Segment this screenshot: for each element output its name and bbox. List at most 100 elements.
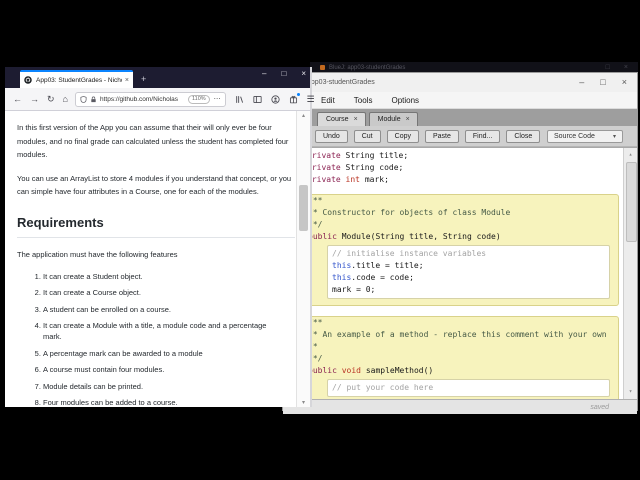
sidebar-icon[interactable]	[253, 95, 262, 104]
requirements-list: It can create a Student object. It can cr…	[17, 271, 295, 408]
editor-scrollbar-thumb[interactable]	[626, 162, 637, 242]
requirement-item-1: It can create a Student object.	[43, 271, 285, 282]
tab-label: Course	[326, 116, 349, 123]
editor-tabbar: Course × Module ×	[283, 109, 637, 126]
requirement-item-7: Module details can be printed.	[43, 381, 285, 392]
editor-toolbar: Undo Cut Copy Paste Find... Close Source Code…	[283, 126, 637, 147]
browser-close-button[interactable]: ×	[301, 70, 306, 78]
editor-scrollbar[interactable]: ▴ ▾	[623, 148, 637, 399]
editor-tab-course[interactable]: Course ×	[317, 112, 366, 126]
editor-statusbar: saved	[283, 399, 637, 414]
paste-button[interactable]: Paste	[424, 129, 459, 143]
code-line[interactable]: public void sampleMethod()	[308, 365, 614, 377]
editor-maximize-button[interactable]: □	[600, 78, 605, 87]
tab-label: Module	[377, 116, 401, 123]
code-line[interactable]: * Constructor for objects of class Modul…	[308, 207, 614, 219]
back-close-button[interactable]: ×	[624, 64, 628, 71]
copy-button[interactable]: Copy	[386, 129, 419, 143]
requirements-heading: Requirements	[17, 215, 295, 238]
page-actions-icon[interactable]: ⋯	[214, 95, 221, 103]
requirement-item-4: It can create a Module with a title, a m…	[43, 320, 285, 342]
code-line[interactable]: this.title = title;	[332, 260, 605, 272]
url-text[interactable]: https://github.com/Nicholas	[100, 96, 186, 103]
back-maximize-button[interactable]: □	[606, 64, 610, 71]
code-line[interactable]: * An example of a method - replace this …	[308, 329, 614, 341]
menu-hamburger-icon[interactable]: ☰	[307, 94, 315, 105]
tab-close-icon[interactable]: ×	[406, 116, 410, 123]
github-favicon	[24, 76, 32, 84]
undo-button[interactable]: Undo	[315, 129, 348, 143]
screen: BlueJ: app03-studentGrades □ × app03-stu…	[0, 0, 640, 480]
firefox-window: App03: StudentGrades - Nichol × + – □ × …	[5, 67, 315, 408]
code-line[interactable]: mark = 0;	[332, 284, 605, 296]
tab-close-icon[interactable]: ×	[125, 77, 129, 84]
method-scope-highlight: /** * An example of a method - replace t…	[293, 316, 619, 399]
browser-tabbar: App03: StudentGrades - Nichol × + – □ ×	[5, 67, 310, 88]
readme-paragraph-1: In this first version of the App you can…	[17, 123, 289, 159]
browser-minimize-button[interactable]: –	[262, 70, 266, 78]
bluej-project-window-title: BlueJ: app03-studentGrades	[329, 64, 406, 71]
menu-options[interactable]: Options	[391, 96, 419, 105]
page-scrollbar-thumb[interactable]	[299, 185, 308, 231]
requirement-item-8: Four modules can be added to a course.	[43, 397, 285, 407]
code-line[interactable]: /**	[308, 195, 614, 207]
page-scrollbar[interactable]: ▴ ▾	[296, 111, 310, 407]
editor-minimize-button[interactable]: –	[579, 78, 584, 87]
code-line[interactable]: *	[308, 341, 614, 353]
code-editor-area[interactable]: private String title; private String code…	[283, 147, 637, 399]
library-icon[interactable]	[235, 95, 244, 104]
new-tab-button[interactable]: +	[141, 75, 146, 84]
method-body-scope: // put your code here	[327, 379, 610, 397]
scroll-up-arrow[interactable]: ▴	[624, 149, 637, 161]
back-icon[interactable]: ←	[13, 94, 22, 104]
code-line[interactable]: // initialise instance variables	[332, 248, 605, 260]
code-line[interactable]: private int mark;	[307, 174, 621, 186]
scroll-down-arrow[interactable]: ▾	[297, 399, 310, 406]
bluej-editor-window: app03-studentGrades – □ × Edit Tools Optio…	[282, 72, 638, 414]
editor-menubar: Edit Tools Options	[283, 92, 637, 109]
bluej-app-icon	[320, 65, 325, 70]
requirements-intro: The application must have the following …	[17, 249, 178, 259]
browser-toolbar: ← → ↻ ⌂ https://github.com/Nicholas 110%…	[5, 88, 315, 111]
account-icon[interactable]	[271, 94, 280, 104]
editor-close-button[interactable]: ×	[622, 78, 627, 87]
requirement-item-2: It can create a Course object.	[43, 287, 285, 298]
shield-icon[interactable]	[80, 95, 87, 103]
close-button[interactable]: Close	[506, 129, 541, 143]
zoom-level-badge[interactable]: 110%	[187, 94, 210, 104]
tab-close-icon[interactable]: ×	[354, 116, 358, 123]
notification-badge	[296, 92, 300, 96]
editor-tab-module[interactable]: Module ×	[368, 112, 418, 126]
browser-maximize-button[interactable]: □	[281, 70, 286, 78]
code-line[interactable]: this.code = code;	[332, 272, 605, 284]
menu-edit[interactable]: Edit	[321, 96, 335, 105]
reload-icon[interactable]: ↻	[47, 94, 55, 104]
code-line[interactable]: public Module(String title, String code)	[308, 231, 614, 243]
code-line[interactable]: */	[308, 353, 614, 365]
view-selector-dropdown[interactable]: Source Code ▾	[547, 129, 623, 143]
lock-icon[interactable]	[90, 96, 97, 103]
code-line[interactable]: private String code;	[307, 162, 621, 174]
scroll-down-arrow[interactable]: ▾	[624, 386, 637, 398]
home-icon[interactable]: ⌂	[63, 94, 68, 104]
cut-button[interactable]: Cut	[353, 129, 381, 143]
requirement-item-6: A course must contain four modules.	[43, 364, 285, 375]
save-status-label: saved	[590, 403, 609, 411]
code-line[interactable]: private String title;	[307, 150, 621, 162]
tab-title: App03: StudentGrades - Nichol	[36, 76, 122, 84]
view-selector-value: Source Code	[554, 132, 595, 140]
menu-tools[interactable]: Tools	[354, 96, 373, 105]
code-line[interactable]: */	[308, 219, 614, 231]
whats-new-gift-icon[interactable]	[289, 92, 300, 104]
code-line[interactable]: /**	[308, 317, 614, 329]
editor-titlebar[interactable]: app03-studentGrades – □ ×	[283, 73, 637, 92]
forward-icon[interactable]: →	[30, 94, 39, 104]
method-scope-highlight: /** * Constructor for objects of class M…	[293, 194, 619, 306]
requirement-item-5: A percentage mark can be awarded to a mo…	[43, 348, 285, 359]
find-button[interactable]: Find...	[464, 129, 501, 143]
address-bar[interactable]: https://github.com/Nicholas 110% ⋯	[74, 91, 226, 107]
method-body-scope: // initialise instance variables this.tit…	[327, 245, 610, 299]
browser-tab-active[interactable]: App03: StudentGrades - Nichol ×	[20, 70, 133, 88]
code-line[interactable]: // put your code here	[332, 382, 605, 394]
scroll-up-arrow[interactable]: ▴	[297, 112, 310, 119]
